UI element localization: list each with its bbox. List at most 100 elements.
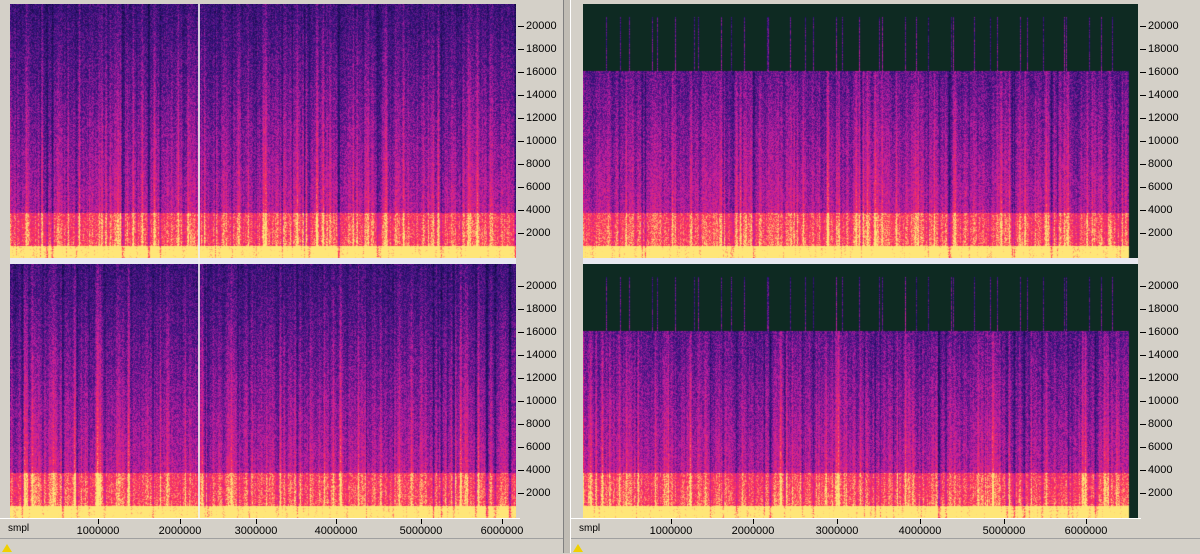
frequency-tick <box>518 286 524 287</box>
frequency-label: 16000 <box>526 326 557 338</box>
time-tick <box>1004 519 1005 524</box>
frequency-scale-left: 20000 18000 16000 14000 12000 10000 8000 6000 40… <box>518 4 568 518</box>
frequency-tick <box>1140 355 1146 356</box>
frequency-tick <box>518 378 524 379</box>
time-tick <box>920 519 921 524</box>
channel-right-top[interactable] <box>583 4 1138 258</box>
frequency-label: 18000 <box>526 43 557 55</box>
frequency-tick <box>518 72 524 73</box>
frequency-tick <box>1140 286 1146 287</box>
frequency-label: 18000 <box>526 303 557 315</box>
spectrogram-pane-right: 20000 18000 16000 14000 12000 10000 8000 6000 40… <box>571 0 1200 554</box>
frequency-tick <box>1140 26 1146 27</box>
time-tick <box>421 519 422 524</box>
frequency-tick <box>1140 493 1146 494</box>
channel-left-top[interactable] <box>10 4 516 258</box>
time-label: 6000000 <box>1064 525 1108 537</box>
frequency-tick <box>1140 233 1146 234</box>
frequency-tick <box>518 141 524 142</box>
time-tick <box>256 519 257 524</box>
frequency-label: 6000 <box>1148 181 1173 193</box>
frequency-tick <box>1140 378 1146 379</box>
frequency-label: 2000 <box>526 227 551 239</box>
frequency-tick <box>518 118 524 119</box>
frequency-tick <box>518 164 524 165</box>
frequency-tick <box>1140 95 1146 96</box>
time-label: 5000000 <box>399 525 443 537</box>
playback-cursor[interactable] <box>198 4 200 518</box>
frequency-label: 6000 <box>526 181 551 193</box>
time-label: 6000000 <box>480 525 524 537</box>
frequency-label: 2000 <box>1148 487 1173 499</box>
frequency-label: 4000 <box>526 204 551 216</box>
frequency-tick <box>1140 164 1146 165</box>
frequency-label: 8000 <box>1148 418 1173 430</box>
frequency-label: 20000 <box>1148 280 1179 292</box>
time-ruler-right[interactable]: smpl 1000000 2000000 3000000 4000000 5000000… <box>571 518 1141 539</box>
pane-divider[interactable] <box>563 0 571 553</box>
time-label: 3000000 <box>815 525 859 537</box>
frequency-label: 10000 <box>526 395 557 407</box>
channel-left-bottom[interactable] <box>10 264 516 518</box>
frequency-tick <box>518 355 524 356</box>
frequency-tick <box>518 95 524 96</box>
status-strip-right <box>571 538 1200 554</box>
frequency-label: 18000 <box>1148 303 1179 315</box>
time-ruler-left[interactable]: smpl 1000000 2000000 3000000 4000000 5000000… <box>0 518 523 539</box>
frequency-label: 14000 <box>526 89 557 101</box>
frequency-label: 10000 <box>1148 135 1179 147</box>
time-label: 5000000 <box>982 525 1026 537</box>
time-label: 1000000 <box>76 525 120 537</box>
frequency-tick <box>518 309 524 310</box>
frequency-tick <box>518 424 524 425</box>
frequency-label: 4000 <box>526 464 551 476</box>
frequency-label: 6000 <box>526 441 551 453</box>
time-label: 2000000 <box>731 525 775 537</box>
time-tick <box>837 519 838 524</box>
frequency-label: 4000 <box>1148 464 1173 476</box>
frequency-tick <box>1140 424 1146 425</box>
spectrogram-view-right[interactable] <box>583 4 1138 518</box>
frequency-tick <box>1140 49 1146 50</box>
frequency-tick <box>518 447 524 448</box>
frequency-label: 2000 <box>1148 227 1173 239</box>
frequency-tick <box>1140 72 1146 73</box>
frequency-tick <box>1140 187 1146 188</box>
frequency-tick <box>518 332 524 333</box>
frequency-label: 12000 <box>526 372 557 384</box>
time-tick <box>180 519 181 524</box>
frequency-label: 20000 <box>526 20 557 32</box>
frequency-tick <box>518 210 524 211</box>
position-marker-icon[interactable] <box>2 544 12 552</box>
frequency-tick <box>1140 309 1146 310</box>
frequency-tick <box>518 26 524 27</box>
frequency-label: 8000 <box>526 158 551 170</box>
frequency-tick <box>1140 401 1146 402</box>
status-strip-left <box>0 538 563 554</box>
channel-right-bottom[interactable] <box>583 264 1138 518</box>
unit-label: smpl <box>579 523 601 534</box>
frequency-label: 8000 <box>1148 158 1173 170</box>
time-tick <box>753 519 754 524</box>
time-label: 2000000 <box>158 525 202 537</box>
frequency-tick <box>1140 210 1146 211</box>
frequency-tick <box>518 493 524 494</box>
position-marker-icon[interactable] <box>573 544 583 552</box>
frequency-label: 12000 <box>1148 372 1179 384</box>
frequency-label: 10000 <box>1148 395 1179 407</box>
time-tick <box>1086 519 1087 524</box>
frequency-tick <box>1140 141 1146 142</box>
frequency-label: 18000 <box>1148 43 1179 55</box>
time-label: 1000000 <box>649 525 693 537</box>
time-tick <box>336 519 337 524</box>
frequency-tick <box>1140 470 1146 471</box>
frequency-label: 14000 <box>526 349 557 361</box>
frequency-label: 14000 <box>1148 89 1179 101</box>
frequency-label: 20000 <box>1148 20 1179 32</box>
spectrogram-view-left[interactable] <box>10 4 516 518</box>
frequency-label: 6000 <box>1148 441 1173 453</box>
time-label: 4000000 <box>314 525 358 537</box>
frequency-label: 16000 <box>1148 66 1179 78</box>
frequency-tick <box>1140 447 1146 448</box>
unit-label: smpl <box>8 523 30 534</box>
